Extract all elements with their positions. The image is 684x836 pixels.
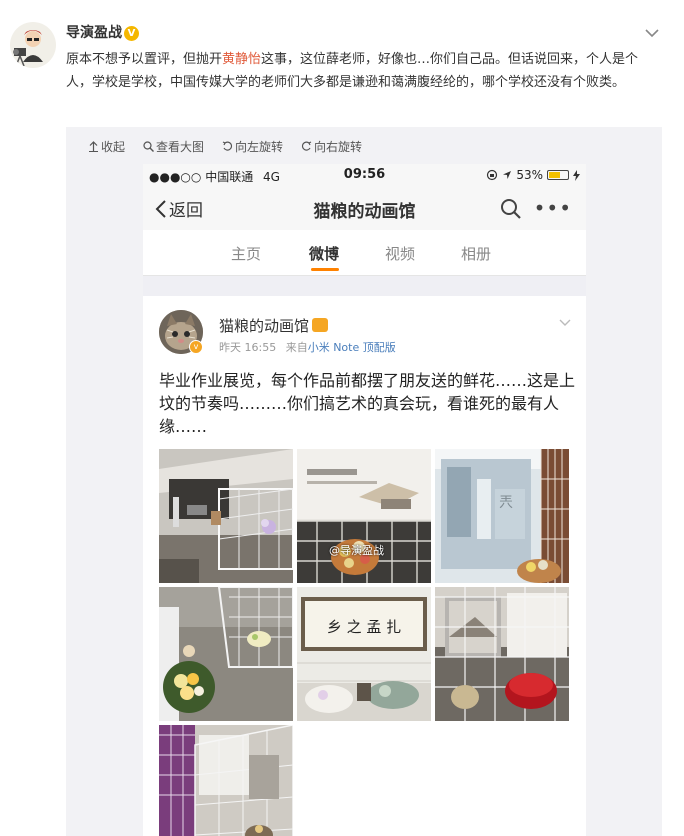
card-source[interactable]: 小米 Note 顶配版 bbox=[308, 341, 396, 354]
card-meta: 昨天 16:55 来自小米 Note 顶配版 bbox=[219, 339, 396, 355]
tab-weibo[interactable]: 微博 bbox=[309, 243, 339, 264]
verified-small-icon: v bbox=[189, 340, 203, 354]
tab-home[interactable]: 主页 bbox=[231, 243, 261, 264]
active-tab-indicator bbox=[311, 268, 339, 271]
author-name-row[interactable]: 导演盈战 V bbox=[66, 22, 139, 42]
card-time: 昨天 16:55 bbox=[219, 341, 277, 354]
tab-video[interactable]: 视频 bbox=[385, 243, 415, 264]
verified-badge-icon: V bbox=[124, 26, 139, 41]
rotate-right-button[interactable]: 向右旋转 bbox=[301, 137, 362, 155]
rotate-right-icon bbox=[302, 140, 312, 151]
card-chevron-down-icon[interactable] bbox=[558, 316, 572, 330]
weibo-card: v 猫粮的动画馆 昨天 16:55 来自小米 Note 顶配版 毕业作业展览，每… bbox=[143, 296, 586, 836]
watermark: @导演盈战 bbox=[329, 544, 384, 557]
media-expanded-box: 收起 查看大图 向左旋转 向右旋转 ●●●○○ 中国联通 4G 09:56 53… bbox=[66, 127, 662, 836]
rotate-left-button[interactable]: 向左旋转 bbox=[222, 137, 283, 155]
lock-rotation-icon bbox=[487, 169, 498, 181]
card-username[interactable]: 猫粮的动画馆 bbox=[219, 317, 309, 335]
photo-2[interactable] bbox=[297, 449, 431, 583]
magnifier-icon bbox=[143, 140, 155, 152]
status-bar: ●●●○○ 中国联通 4G 09:56 53% bbox=[143, 164, 586, 186]
view-large-button[interactable]: 查看大图 bbox=[143, 137, 204, 155]
tab-album[interactable]: 相册 bbox=[461, 243, 491, 264]
rotate-right-label: 向右旋转 bbox=[314, 139, 363, 154]
more-icon[interactable]: ••• bbox=[534, 198, 572, 218]
photo-3[interactable]: 兲 bbox=[435, 449, 569, 583]
photo-6[interactable] bbox=[435, 587, 569, 721]
collapse-icon bbox=[89, 140, 98, 152]
mention-link[interactable]: 黄静怡 bbox=[222, 52, 261, 67]
author-avatar[interactable] bbox=[10, 22, 56, 68]
photo-1[interactable] bbox=[159, 449, 293, 583]
search-icon[interactable] bbox=[500, 198, 522, 220]
battery-percent: 53% bbox=[516, 168, 543, 182]
phone-screenshot[interactable]: ●●●○○ 中国联通 4G 09:56 53% 返回 猫粮的动画馆 ••• 主页… bbox=[143, 164, 586, 836]
photo-5[interactable]: 乡 之 孟 扎 bbox=[297, 587, 431, 721]
photo-4[interactable] bbox=[159, 587, 293, 721]
battery-icon bbox=[547, 170, 569, 180]
collapse-label: 收起 bbox=[101, 139, 126, 154]
charging-icon bbox=[573, 169, 580, 181]
svg-text:兲: 兲 bbox=[499, 495, 513, 511]
rotate-left-icon bbox=[222, 140, 233, 151]
member-crown-icon bbox=[312, 318, 329, 332]
card-text: 毕业作业展览，每个作品前都摆了朋友送的鲜花……这是上坟的节奏吗………你们搞艺术的… bbox=[159, 371, 576, 436]
chevron-down-icon[interactable] bbox=[644, 25, 660, 41]
profile-tabs: 主页 微博 视频 相册 bbox=[143, 230, 586, 276]
photo-7[interactable] bbox=[159, 725, 293, 836]
card-source-prefix: 来自 bbox=[285, 341, 308, 354]
collapse-button[interactable]: 收起 bbox=[88, 137, 125, 155]
artwork-calligraphy: 乡 之 孟 扎 bbox=[327, 618, 401, 636]
location-icon bbox=[503, 171, 512, 179]
status-right: 53% bbox=[486, 168, 580, 182]
view-large-label: 查看大图 bbox=[156, 139, 205, 154]
author-name[interactable]: 导演盈战 bbox=[66, 25, 122, 41]
rotate-left-label: 向左旋转 bbox=[235, 139, 284, 154]
post-text: 原本不想予以置评，但抛开黄静怡这事，这位薛老师，好像也…你们自己品。但话说回来，… bbox=[66, 48, 662, 94]
media-toolbar: 收起 查看大图 向左旋转 向右旋转 bbox=[88, 137, 362, 155]
nav-bar: 返回 猫粮的动画馆 ••• bbox=[143, 186, 586, 230]
card-name-row[interactable]: 猫粮的动画馆 bbox=[219, 315, 329, 336]
post-text-part1: 原本不想予以置评，但抛开 bbox=[66, 52, 223, 67]
